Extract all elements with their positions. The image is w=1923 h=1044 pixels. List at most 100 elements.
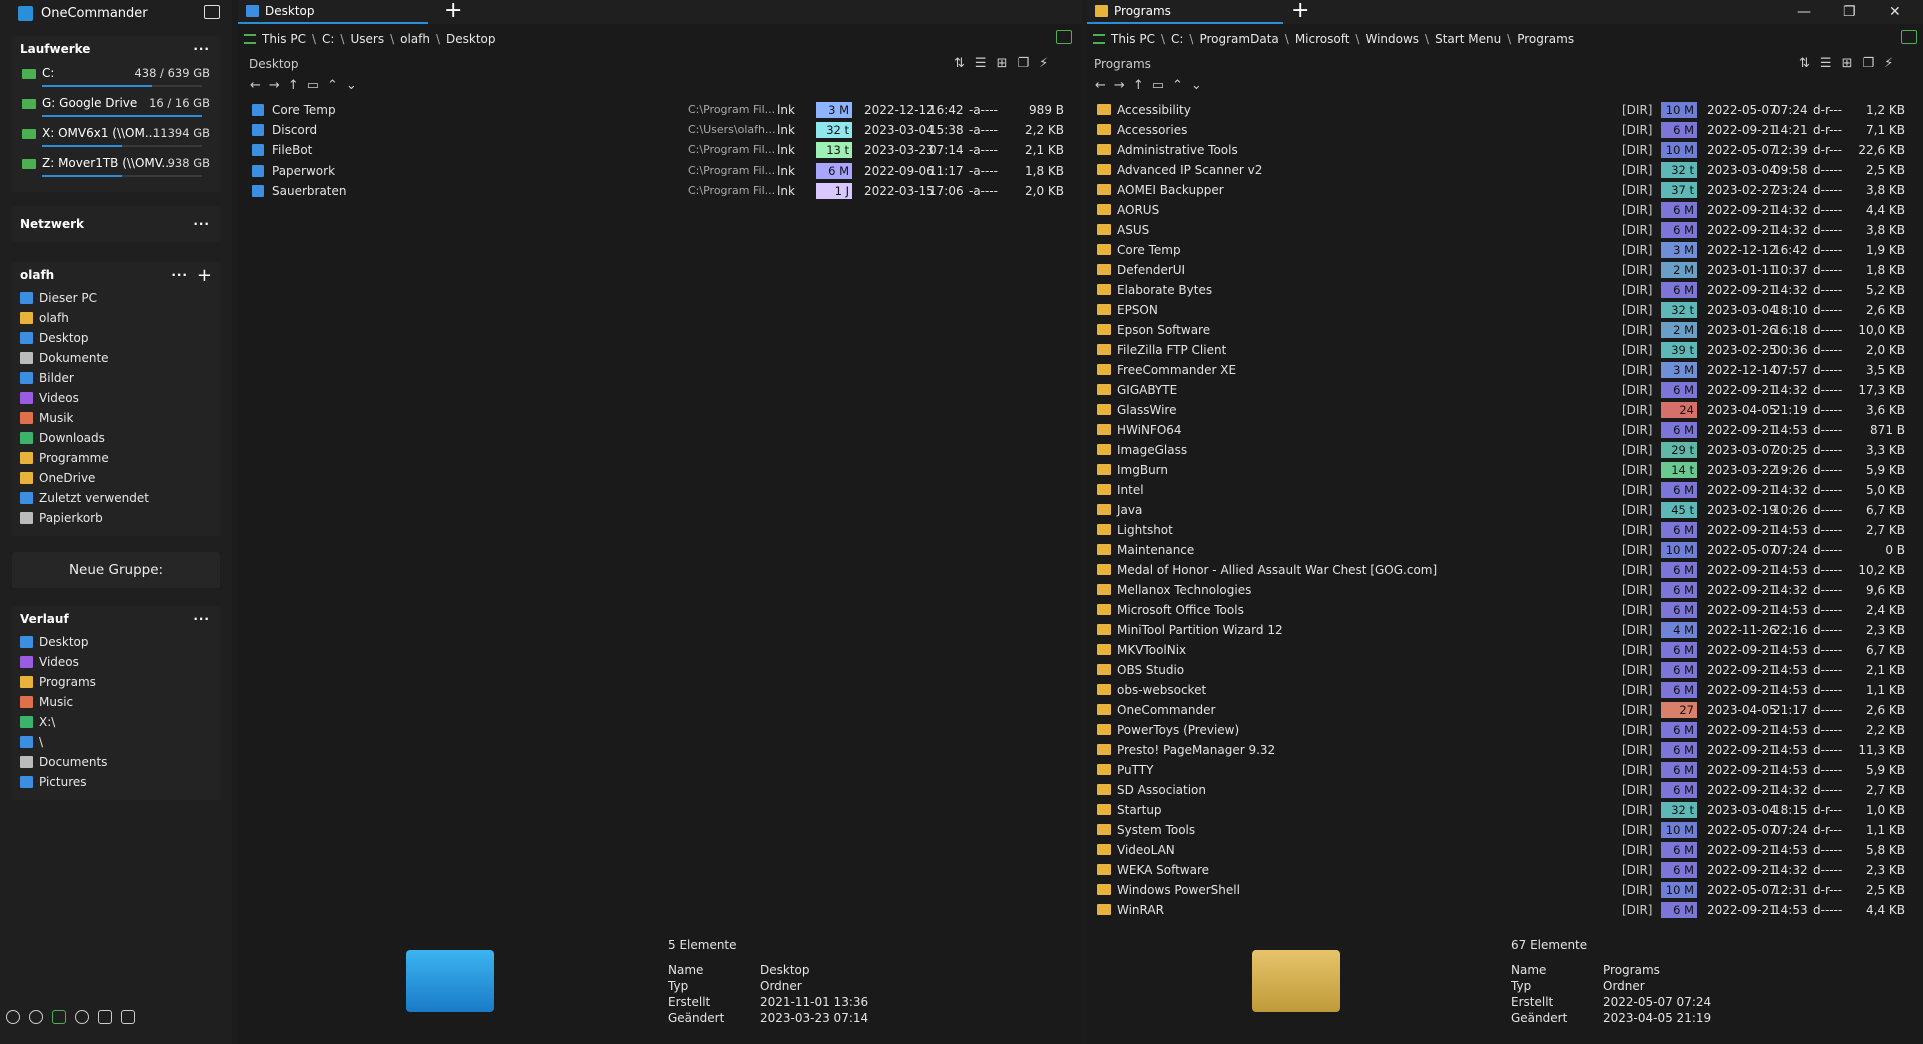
chevron-down-icon[interactable]: ⌄ — [346, 78, 357, 93]
list-item[interactable]: Paperwork C:\Program Fil... lnk 6 M 2022-09-… — [238, 161, 1082, 181]
list-item[interactable]: PowerToys (Preview) [DIR] 6 M 2022-09-21 14:… — [1087, 720, 1923, 740]
up-arrow-icon[interactable]: ↑ — [288, 78, 299, 93]
new-folder-icon[interactable]: ▭ — [1152, 78, 1164, 93]
sidebar-item[interactable]: Musik — [12, 408, 220, 428]
list-item[interactable]: ASUS [DIR] 6 M 2022-09-21 14:32 d----- 3,8 KB — [1087, 220, 1923, 240]
list-item[interactable]: Sauerbraten C:\Program Fil... lnk 1 J 2022-0… — [238, 181, 1082, 201]
new-item-icon[interactable]: ⊞ — [997, 56, 1008, 71]
sidebar-item[interactable]: Videos — [12, 652, 220, 672]
up-arrow-icon[interactable]: ↑ — [1133, 78, 1144, 93]
list-view-icon[interactable]: ☰ — [1820, 56, 1832, 71]
drives-more-button[interactable]: ··· — [193, 42, 210, 56]
breadcrumb-item[interactable]: olafh — [400, 32, 430, 46]
user-more-button[interactable]: ··· — [171, 268, 188, 282]
list-item[interactable]: Startup [DIR] 32 t 2023-03-04 18:15 d-r--- 1,0… — [1087, 800, 1923, 820]
list-item[interactable]: Mellanox Technologies [DIR] 6 M 2022-09-21 1… — [1087, 580, 1923, 600]
sidebar-item[interactable]: Programs — [12, 672, 220, 692]
list-item[interactable]: OneCommander [DIR] 27 2023-04-05 21:17 d-----… — [1087, 700, 1923, 720]
sidebar-item[interactable]: Zuletzt verwendet — [12, 488, 220, 508]
list-view-icon[interactable]: ☰ — [975, 56, 987, 71]
new-item-icon[interactable]: ⊞ — [1842, 56, 1853, 71]
list-item[interactable]: Presto! PageManager 9.32 [DIR] 6 M 2022-09-… — [1087, 740, 1923, 760]
list-item[interactable]: Discord C:\Users\olafh... lnk 32 t 2023-03-0… — [238, 120, 1082, 140]
breadcrumb-item[interactable]: ProgramData — [1199, 32, 1278, 46]
breadcrumb-item[interactable]: Desktop — [446, 32, 496, 46]
forward-arrow-icon[interactable]: → — [269, 78, 280, 93]
list-item[interactable]: WinRAR [DIR] 6 M 2022-09-21 14:53 d----- 4,4 K… — [1087, 900, 1923, 920]
list-item[interactable]: Epson Software [DIR] 2 M 2023-01-26 16:18 d--… — [1087, 320, 1923, 340]
sidebar-item[interactable]: Documents — [12, 752, 220, 772]
minimize-button[interactable]: — — [1797, 4, 1811, 20]
list-item[interactable]: AOMEI Backupper [DIR] 37 t 2023-02-27 23:24 d… — [1087, 180, 1923, 200]
menu-icon[interactable] — [244, 34, 256, 44]
add-tab-button[interactable]: + — [1291, 0, 1309, 22]
back-arrow-icon[interactable]: ← — [250, 78, 261, 93]
list-item[interactable]: Microsoft Office Tools [DIR] 6 M 2022-09-21… — [1087, 600, 1923, 620]
list-item[interactable]: obs-websocket [DIR] 6 M 2022-09-21 14:53 d---… — [1087, 680, 1923, 700]
network-title[interactable]: Netzwerk — [20, 217, 84, 231]
list-item[interactable]: Accessibility [DIR] 10 M 2022-05-07 07:24 d-r… — [1087, 100, 1923, 120]
list-item[interactable]: Lightshot [DIR] 6 M 2022-09-21 14:53 d----- 2,… — [1087, 520, 1923, 540]
list-item[interactable]: Medal of Honor - Allied Assault War Ches… — [1087, 560, 1923, 580]
action-icon[interactable]: ⚡ — [1039, 56, 1048, 71]
drive-item[interactable]: G: Google Drive 16 / 16 GB — [12, 92, 220, 122]
list-item[interactable]: DefenderUI [DIR] 2 M 2023-01-11 10:37 d----- 1… — [1087, 260, 1923, 280]
chat-icon[interactable] — [121, 1010, 135, 1024]
maximize-button[interactable]: ❐ — [1843, 4, 1856, 20]
add-tab-button[interactable]: + — [444, 0, 462, 22]
history-more-button[interactable]: ··· — [193, 612, 210, 626]
forward-arrow-icon[interactable]: → — [1114, 78, 1125, 93]
list-item[interactable]: ImageGlass [DIR] 29 t 2023-03-07 20:25 d-----… — [1087, 440, 1923, 460]
sidebar-item[interactable]: Videos — [12, 388, 220, 408]
sort-icon[interactable]: ⇅ — [1799, 56, 1810, 71]
list-item[interactable]: GlassWire [DIR] 24 2023-04-05 21:19 d----- 3,6… — [1087, 400, 1923, 420]
back-arrow-icon[interactable]: ← — [1095, 78, 1106, 93]
sidebar-item[interactable]: Papierkorb — [12, 508, 220, 528]
panel-layout-icon[interactable] — [1056, 30, 1072, 44]
list-item[interactable]: FileBot C:\Program Fil... lnk 13 t 2023-03-2… — [238, 140, 1082, 160]
clipboard-icon[interactable]: ❐ — [1862, 56, 1874, 71]
breadcrumb-item[interactable]: Start Menu — [1435, 32, 1501, 46]
sidebar-item[interactable]: Programme — [12, 448, 220, 468]
sidebar-item[interactable]: Dokumente — [12, 348, 220, 368]
chevron-down-icon[interactable]: ⌄ — [1191, 78, 1202, 93]
settings-icon[interactable] — [6, 1010, 20, 1024]
chevron-up-icon[interactable]: ⌃ — [1172, 78, 1183, 93]
breadcrumb-item[interactable]: This PC — [262, 32, 306, 46]
list-item[interactable]: AORUS [DIR] 6 M 2022-09-21 14:32 d----- 4,4 KB — [1087, 200, 1923, 220]
sidebar-item[interactable]: OneDrive — [12, 468, 220, 488]
sidebar-item[interactable]: Bilder — [12, 368, 220, 388]
list-item[interactable]: ImgBurn [DIR] 14 t 2023-03-22 19:26 d----- 5,9… — [1087, 460, 1923, 480]
list-item[interactable]: Core Temp [DIR] 3 M 2022-12-12 16:42 d----- 1,… — [1087, 240, 1923, 260]
new-folder-icon[interactable]: ▭ — [307, 78, 319, 93]
drive-item[interactable]: C: 438 / 639 GB — [12, 62, 220, 92]
breadcrumb-item[interactable]: Windows — [1365, 32, 1419, 46]
list-item[interactable]: MiniTool Partition Wizard 12 [DIR] 4 M 2022… — [1087, 620, 1923, 640]
list-item[interactable]: MKVToolNix [DIR] 6 M 2022-09-21 14:53 d----- 6… — [1087, 640, 1923, 660]
list-item[interactable]: EPSON [DIR] 32 t 2023-03-04 18:10 d----- 2,6 K… — [1087, 300, 1923, 320]
sort-icon[interactable]: ⇅ — [954, 56, 965, 71]
drive-item[interactable]: X: OMV6x1 (\\OM... 11394 GB — [12, 122, 220, 152]
list-item[interactable]: Intel [DIR] 6 M 2022-09-21 14:32 d----- 5,0 KB — [1087, 480, 1923, 500]
list-item[interactable]: Java [DIR] 45 t 2023-02-19 10:26 d----- 6,7 KB — [1087, 500, 1923, 520]
search-icon[interactable] — [75, 1010, 89, 1024]
breadcrumb-item[interactable]: This PC — [1111, 32, 1155, 46]
list-item[interactable]: Windows PowerShell [DIR] 10 M 2022-05-07 12:… — [1087, 880, 1923, 900]
panel-layout-icon[interactable] — [1901, 30, 1917, 44]
new-group-button[interactable]: Neue Gruppe: — [12, 552, 220, 588]
sidebar-item[interactable]: Downloads — [12, 428, 220, 448]
sidebar-item[interactable]: Pictures — [12, 772, 220, 792]
close-button[interactable]: ✕ — [1889, 4, 1901, 20]
sidebar-item[interactable]: Desktop — [12, 632, 220, 652]
network-more-button[interactable]: ··· — [193, 217, 210, 231]
tab-desktop[interactable]: Desktop — [238, 0, 428, 24]
list-item[interactable]: FileZilla FTP Client [DIR] 39 t 2023-02-25 0… — [1087, 340, 1923, 360]
list-item[interactable]: Core Temp C:\Program Fil... lnk 3 M 2022-12-… — [238, 100, 1082, 120]
list-item[interactable]: WEKA Software [DIR] 6 M 2022-09-21 14:32 d---… — [1087, 860, 1923, 880]
sidebar-item[interactable]: X:\ — [12, 712, 220, 732]
list-item[interactable]: OBS Studio [DIR] 6 M 2022-09-21 14:53 d----- 2… — [1087, 660, 1923, 680]
info-icon[interactable] — [29, 1010, 43, 1024]
right-breadcrumb[interactable]: This PC \ C: \ ProgramData \ Microsoft \ Windows… — [1087, 28, 1923, 50]
user-add-button[interactable]: + — [197, 265, 212, 286]
list-item[interactable]: FreeCommander XE [DIR] 3 M 2022-12-14 07:57 d… — [1087, 360, 1923, 380]
